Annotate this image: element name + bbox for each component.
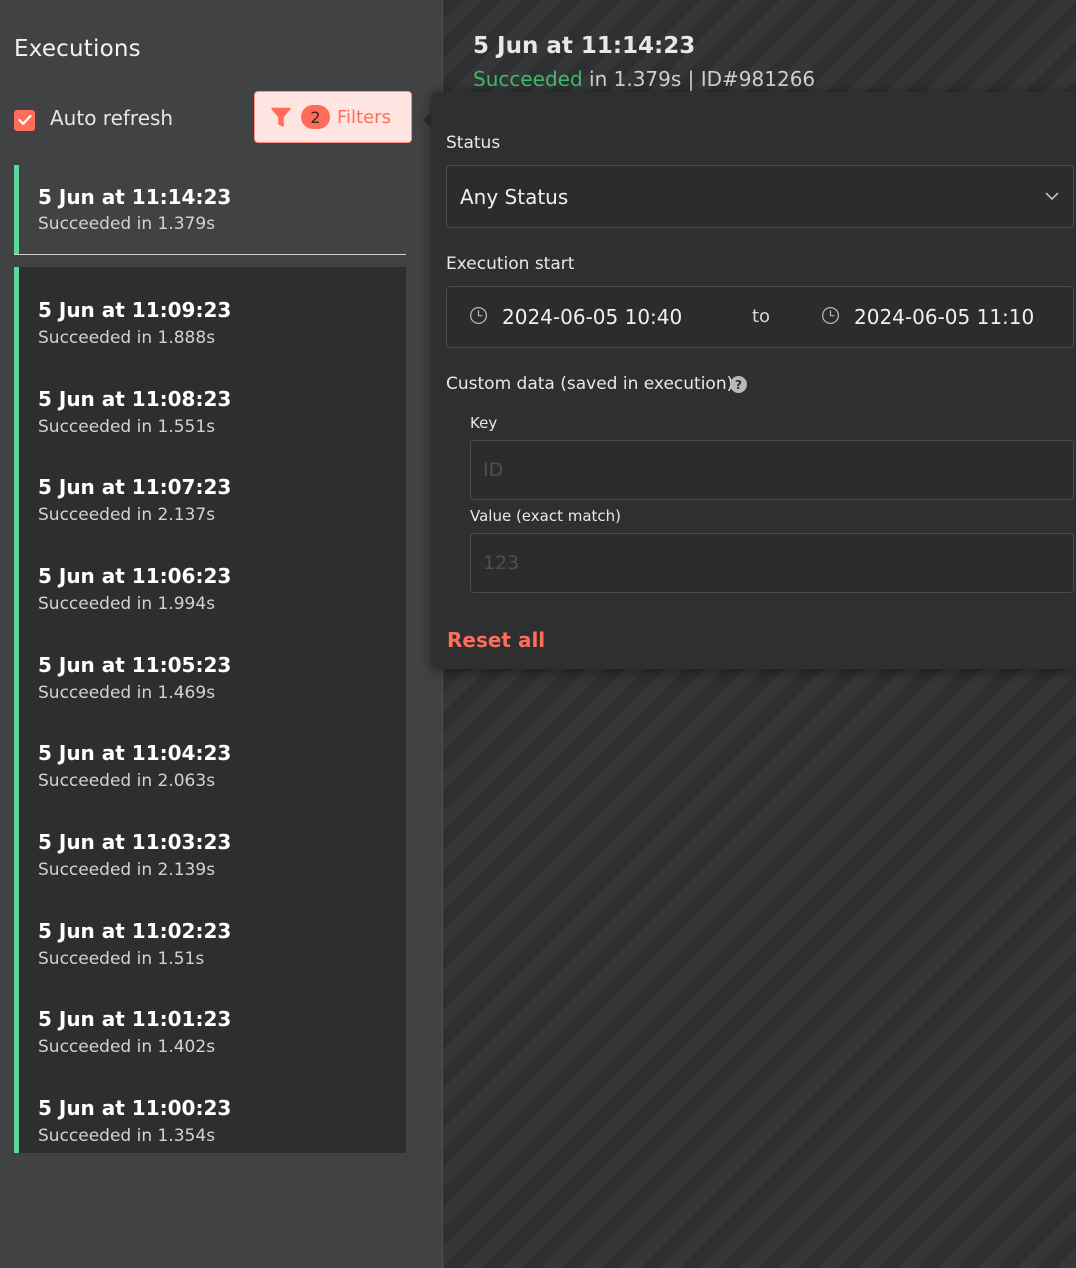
status-bar <box>14 165 19 255</box>
filters-button[interactable]: 2 Filters <box>254 91 412 143</box>
execution-start-label: Execution start <box>446 254 575 274</box>
execution-item[interactable]: 5 Jun at 11:01:23 Succeeded in 1.402s <box>14 988 406 1076</box>
execution-item[interactable]: 5 Jun at 11:00:23 Succeeded in 1.354s <box>14 1077 406 1165</box>
execution-status: Succeeded in 1.51s <box>38 949 205 969</box>
start-date-from[interactable]: 2024-06-05 10:40 <box>469 287 682 347</box>
execution-status: Succeeded in 1.402s <box>38 1037 216 1057</box>
execution-status: Succeeded in 1.469s <box>38 683 216 703</box>
execution-title: 5 Jun at 11:06:23 <box>38 564 232 588</box>
status-succeeded: Succeeded <box>473 67 583 91</box>
execution-item-selected[interactable]: 5 Jun at 11:14:23 Succeeded in 1.379s <box>14 165 406 255</box>
sidebar-title: Executions <box>14 36 141 62</box>
start-date-to-value: 2024-06-05 11:10 <box>854 305 1035 329</box>
start-date-from-value: 2024-06-05 10:40 <box>502 305 683 329</box>
chevron-down-icon <box>1045 192 1059 200</box>
execution-item[interactable]: 5 Jun at 11:09:23 Succeeded in 1.888s <box>14 279 406 367</box>
execution-item[interactable]: 5 Jun at 11:08:23 Succeeded in 1.551s <box>14 368 406 456</box>
key-label: Key <box>470 414 498 432</box>
execution-detail-status: Succeeded in 1.379s | ID#981266 <box>473 67 815 91</box>
execution-title: 5 Jun at 11:04:23 <box>38 741 232 765</box>
auto-refresh-label: Auto refresh <box>50 106 174 130</box>
execution-item[interactable]: 5 Jun at 11:02:23 Succeeded in 1.51s <box>14 900 406 988</box>
value-label: Value (exact match) <box>470 507 622 525</box>
status-select[interactable]: Any Status <box>446 165 1074 228</box>
execution-title: 5 Jun at 11:07:23 <box>38 475 232 499</box>
execution-start-range: 2024-06-05 10:40 to 2024-06-05 11:10 <box>446 286 1074 348</box>
status-select-value: Any Status <box>460 184 569 209</box>
execution-detail-duration: in 1.379s | ID#981266 <box>582 67 816 91</box>
filters-popover: Status Any Status Execution start 2024-0… <box>431 92 1076 669</box>
execution-list: 5 Jun at 11:09:23 Succeeded in 1.888s 5 … <box>14 267 406 1153</box>
help-icon[interactable]: ? <box>730 376 747 393</box>
custom-data-key-input[interactable] <box>470 440 1074 500</box>
clock-icon <box>469 306 488 324</box>
selection-divider <box>14 254 406 255</box>
filters-count-badge: 2 <box>301 105 330 129</box>
execution-status: Succeeded in 1.354s <box>38 1126 216 1146</box>
execution-title: 5 Jun at 11:14:23 <box>38 185 232 209</box>
auto-refresh-checkbox[interactable] <box>14 109 35 131</box>
execution-status: Succeeded in 1.551s <box>38 417 216 437</box>
status-label: Status <box>446 133 501 153</box>
execution-title: 5 Jun at 11:08:23 <box>38 387 232 411</box>
execution-title: 5 Jun at 11:01:23 <box>38 1007 232 1031</box>
execution-title: 5 Jun at 11:00:23 <box>38 1096 232 1120</box>
execution-item[interactable]: 5 Jun at 11:05:23 Succeeded in 1.469s <box>14 634 406 722</box>
clock-icon <box>821 306 840 324</box>
execution-title: 5 Jun at 11:03:23 <box>38 830 232 854</box>
execution-detail-title: 5 Jun at 11:14:23 <box>473 33 696 59</box>
execution-item[interactable]: 5 Jun at 11:06:23 Succeeded in 1.994s <box>14 545 406 633</box>
execution-status: Succeeded in 2.137s <box>38 505 216 525</box>
execution-title: 5 Jun at 11:05:23 <box>38 653 232 677</box>
custom-data-label: Custom data (saved in execution) <box>446 374 734 394</box>
auto-refresh-toggle[interactable]: Auto refresh <box>14 104 173 132</box>
execution-status: Succeeded in 1.379s <box>38 214 216 234</box>
check-icon <box>17 114 32 125</box>
custom-data-value-input[interactable] <box>470 533 1074 593</box>
executions-sidebar: Executions Auto refresh 2 Filters 5 Jun … <box>0 0 443 1268</box>
date-range-separator: to <box>752 306 771 327</box>
reset-all-link[interactable]: Reset all <box>447 628 545 652</box>
filters-label: Filters <box>337 106 391 128</box>
start-date-to[interactable]: 2024-06-05 11:10 <box>821 287 1034 347</box>
execution-status: Succeeded in 1.994s <box>38 594 216 614</box>
execution-status: Succeeded in 2.063s <box>38 771 216 791</box>
filter-icon <box>271 107 291 127</box>
execution-status: Succeeded in 1.888s <box>38 328 216 348</box>
execution-item[interactable]: 5 Jun at 11:07:23 Succeeded in 2.137s <box>14 456 406 544</box>
execution-item[interactable]: 5 Jun at 11:04:23 Succeeded in 2.063s <box>14 722 406 810</box>
execution-item[interactable]: 5 Jun at 11:03:23 Succeeded in 2.139s <box>14 811 406 899</box>
execution-title: 5 Jun at 11:02:23 <box>38 919 232 943</box>
execution-title: 5 Jun at 11:09:23 <box>38 298 232 322</box>
execution-status: Succeeded in 2.139s <box>38 860 216 880</box>
